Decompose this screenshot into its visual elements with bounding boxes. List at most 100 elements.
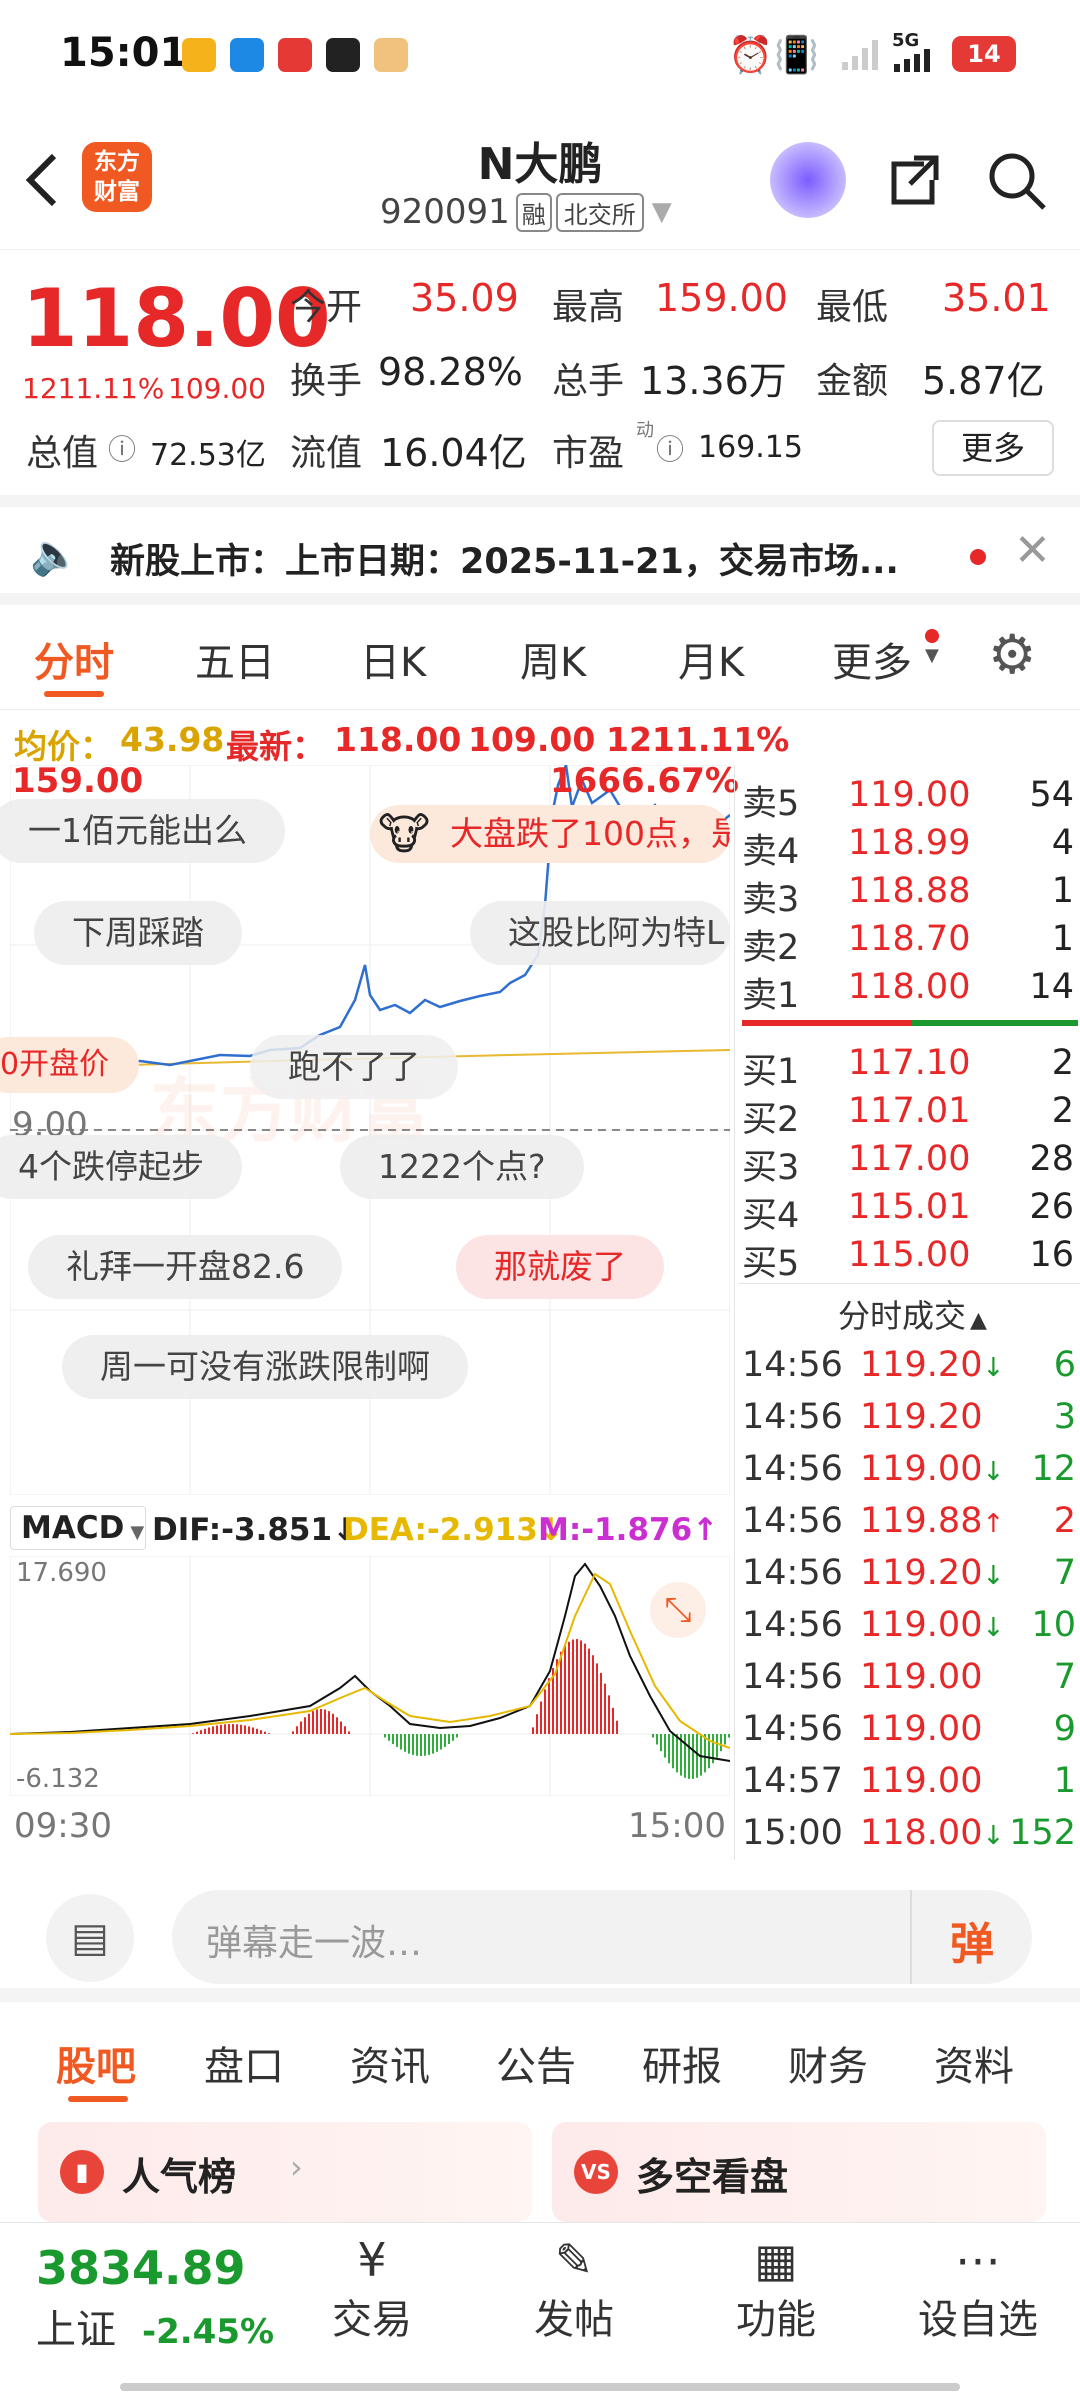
danmu-input[interactable]: 弹幕走一波… 弹	[172, 1890, 1032, 1984]
bid-row[interactable]: 买3 117.00 28	[738, 1139, 1080, 1188]
bull-bear-card[interactable]: VS 多空看盘	[552, 2122, 1046, 2222]
macd-bar	[348, 1731, 350, 1734]
trade-volume: 1	[1053, 1761, 1076, 1801]
danmu-bubble: 一1佰元能出么	[0, 799, 285, 863]
popularity-card[interactable]: ▮ 人气榜 ›	[38, 2122, 532, 2222]
trade-price: 119.00↓	[860, 1449, 1004, 1489]
intraday-chart[interactable]: 东方财富 159.00 1666.67% 9.00 0开盘价 一1佰元能出么 大…	[0, 761, 739, 1495]
trade-time: 14:57	[742, 1761, 843, 1801]
ai-assistant-icon[interactable]	[770, 142, 846, 218]
nav-post-label: 发帖	[534, 2297, 614, 2343]
macd-dif: DIF:-3.851↓	[152, 1512, 359, 1548]
macd-bar	[224, 1724, 226, 1734]
tab-handicap[interactable]: 盘口	[204, 2034, 284, 2092]
ask-price: 118.88	[848, 871, 971, 911]
bid-row[interactable]: 买2 117.01 2	[738, 1091, 1080, 1140]
macd-bar	[220, 1724, 222, 1734]
macd-bar	[248, 1726, 250, 1734]
close-icon[interactable]: ✕	[1014, 525, 1051, 576]
new-dot	[925, 629, 939, 643]
amount-value: 5.87亿	[922, 359, 1045, 403]
index-ticker[interactable]: 3834.89 上证 -2.45%	[36, 2241, 274, 2355]
macd-bar	[452, 1734, 454, 1741]
info-icon[interactable]: ⓘ	[656, 428, 684, 468]
macd-chart[interactable]: 17.690 -6.132 ⤡	[10, 1556, 730, 1796]
tab-news[interactable]: 资讯	[350, 2034, 430, 2092]
trades-title[interactable]: 分时成交 ▲	[838, 1291, 987, 1337]
tab-profile[interactable]: 资料	[934, 2034, 1014, 2092]
trade-row: 15:00 118.00↓ 152	[738, 1813, 1080, 1865]
ask-row[interactable]: 卖5 119.00 54	[738, 775, 1080, 824]
macd-bar	[384, 1734, 386, 1738]
tab-weekly-k[interactable]: 周K	[520, 630, 586, 688]
turnover-value: 98.28%	[378, 350, 523, 394]
chevron-down-icon: ▼	[130, 1522, 145, 1543]
bid-price: 115.00	[848, 1235, 971, 1275]
info-icon[interactable]: ⓘ	[108, 428, 136, 468]
trade-time: 14:56	[742, 1397, 843, 1437]
trade-volume: 3	[1053, 1397, 1076, 1437]
nav-add-watchlist[interactable]: ⋯ 设自选	[908, 2233, 1048, 2345]
trade-price-value: 119.00	[860, 1605, 983, 1645]
pe-value: 169.15	[698, 430, 803, 465]
turnover-label: 换手	[290, 361, 363, 402]
stock-subtitle[interactable]: 920091 融 北交所 ▼	[380, 192, 672, 232]
macd-bar	[200, 1730, 202, 1734]
trade-price-value: 118.00	[860, 1813, 983, 1853]
tab-monthly-k[interactable]: 月K	[678, 630, 744, 688]
bid-row[interactable]: 买4 115.01 26	[738, 1187, 1080, 1236]
trade-row: 14:56 119.00 7	[738, 1657, 1080, 1709]
more-button[interactable]: 更多	[932, 420, 1054, 476]
bid-row[interactable]: 买5 115.00 16	[738, 1235, 1080, 1284]
trade-price-value: 119.00	[860, 1761, 983, 1801]
ask-volume: 1	[1051, 871, 1074, 911]
tab-daily-k[interactable]: 日K	[360, 630, 426, 688]
ask-row[interactable]: 卖1 118.00 14	[738, 967, 1080, 1016]
tab-finance[interactable]: 财务	[788, 2034, 868, 2092]
macd-bar	[436, 1734, 438, 1752]
ask-row[interactable]: 卖2 118.70 1	[738, 919, 1080, 968]
macd-bar	[328, 1711, 330, 1734]
macd-bar	[244, 1725, 246, 1734]
tab-forum[interactable]: 股吧	[56, 2034, 136, 2092]
tab-five-day[interactable]: 五日	[195, 630, 275, 688]
ask-label: 卖2	[742, 928, 800, 968]
search-icon[interactable]	[986, 150, 1050, 214]
tab-announcements[interactable]: 公告	[496, 2034, 576, 2092]
change-percent: 1211.11%	[22, 372, 165, 405]
danmu-send-button[interactable]: 弹	[950, 1908, 994, 1972]
trade-time: 14:56	[742, 1345, 843, 1385]
nav-trade[interactable]: ¥ 交易	[302, 2233, 442, 2345]
bottom-nav: 3834.89 上证 -2.45% ¥ 交易 ✎ 发帖 ▦ 功能 ⋯ 设自选	[0, 2222, 1080, 2400]
macd-bar	[260, 1730, 262, 1734]
macd-bar	[532, 1727, 534, 1734]
tab-research[interactable]: 研报	[642, 2034, 722, 2092]
share-icon[interactable]	[884, 150, 944, 210]
macd-bar	[420, 1734, 422, 1756]
bid-label: 买2	[742, 1100, 800, 1140]
danmu-bubble: 这股比阿为特L	[470, 901, 730, 965]
macd-bar	[212, 1726, 214, 1734]
trade-direction: ↓	[982, 1821, 1005, 1851]
trade-price-value: 119.20	[860, 1345, 983, 1385]
trade-price-value: 119.20	[860, 1553, 983, 1593]
ask-row[interactable]: 卖3 118.88 1	[738, 871, 1080, 920]
indicator-select[interactable]: MACD ▼	[10, 1506, 146, 1550]
index-name: 上证 -2.45%	[36, 2297, 274, 2355]
trade-price: 119.20↓	[860, 1345, 1004, 1385]
ask-label: 卖4	[742, 832, 800, 872]
bid-row[interactable]: 买1 117.10 2	[738, 1043, 1080, 1092]
gear-icon[interactable]: ⚙	[988, 623, 1036, 686]
nav-features[interactable]: ▦ 功能	[706, 2233, 846, 2345]
macd-bar	[588, 1648, 590, 1734]
announcement-bar[interactable]: 🔈 新股上市：上市日期：2025-11-21，交易市场... ✕	[0, 495, 1080, 605]
nav-post[interactable]: ✎ 发帖	[504, 2233, 644, 2345]
expand-icon[interactable]: ⤡	[650, 1582, 706, 1638]
macd-bar	[700, 1734, 702, 1776]
tab-more[interactable]: 更多	[832, 630, 912, 688]
ask-row[interactable]: 卖4 118.99 4	[738, 823, 1080, 872]
mascot-icon: 🐮	[378, 809, 431, 860]
tab-intraday[interactable]: 分时	[34, 630, 114, 688]
danmu-settings-icon[interactable]: ▤	[46, 1894, 134, 1982]
edit-icon: ✎	[554, 2233, 594, 2287]
